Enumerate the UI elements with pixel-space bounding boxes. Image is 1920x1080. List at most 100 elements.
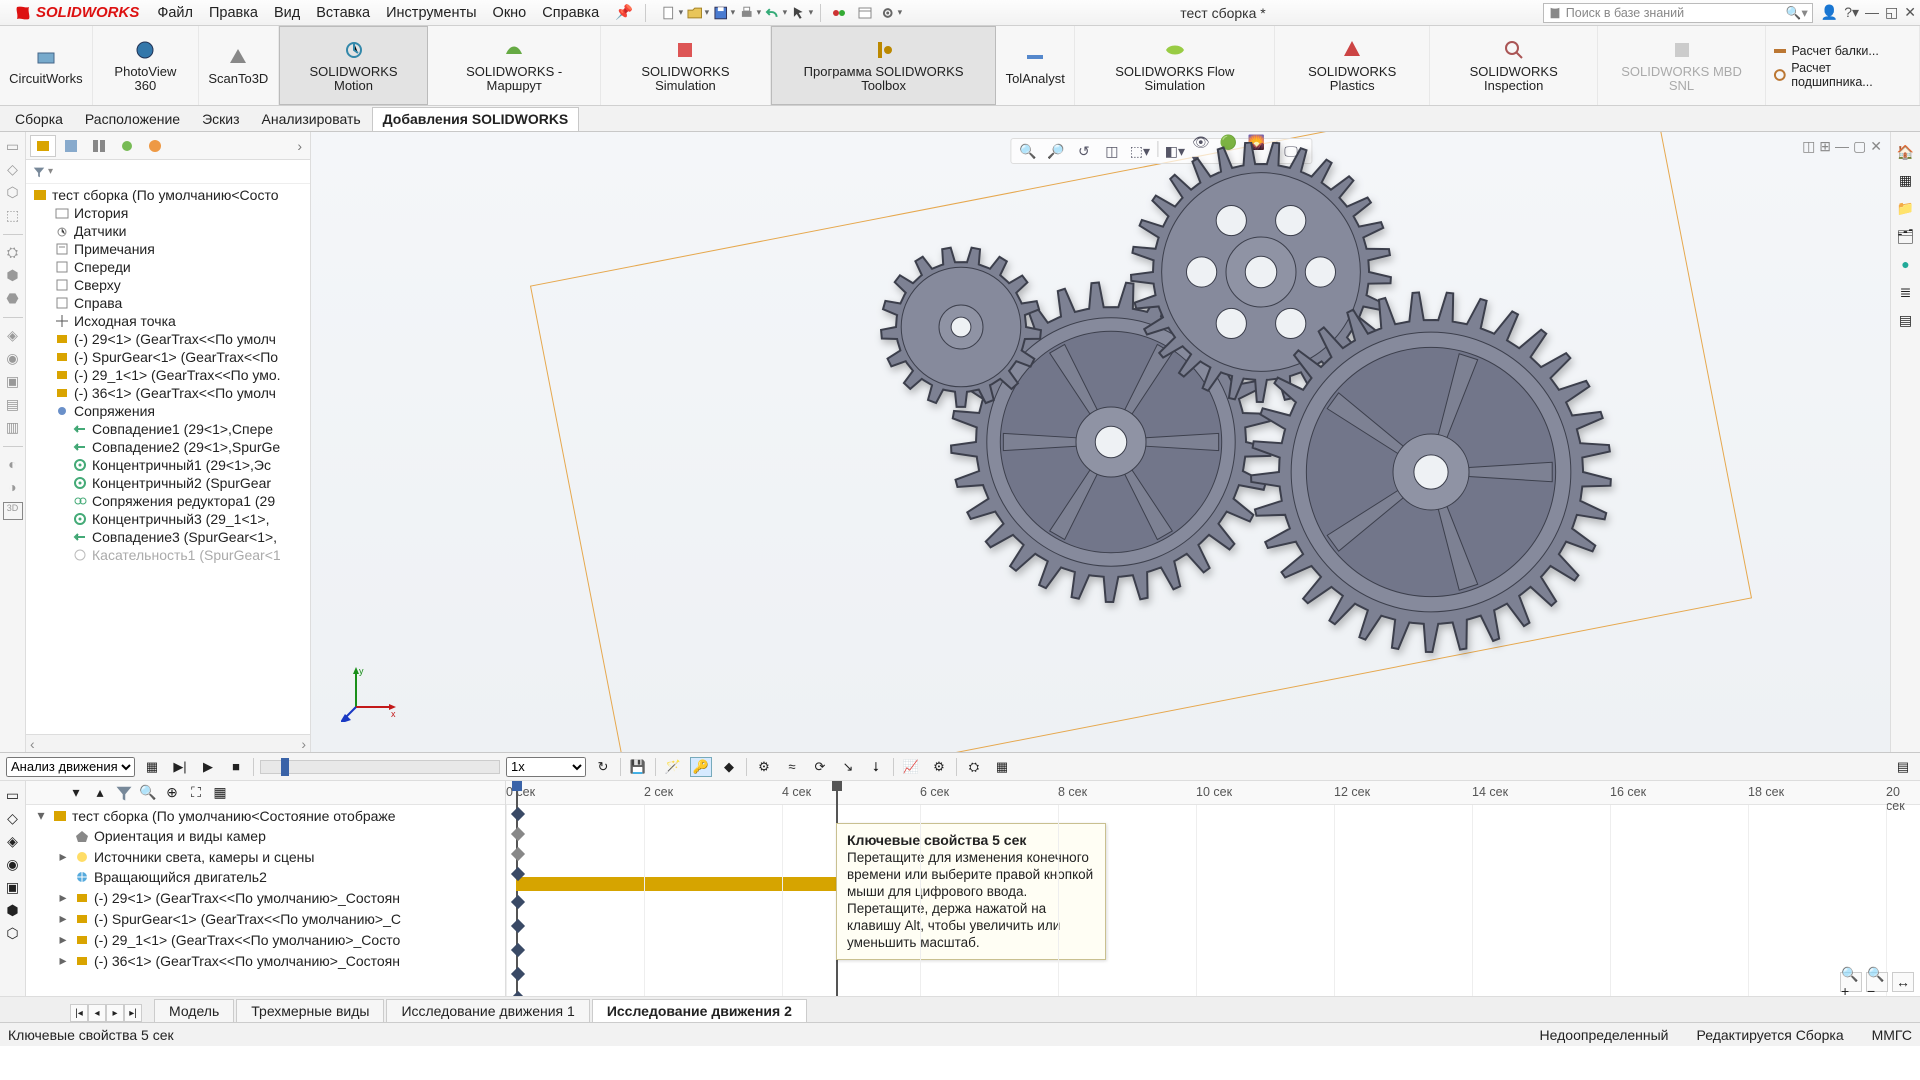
ribbon-routing[interactable]: SOLIDWORKS - Маршрут (428, 26, 601, 105)
motion-part[interactable]: (-) SpurGear<1> (GearTrax<<По умолчанию>… (94, 911, 401, 927)
tree-mate-suppressed[interactable]: Касательность1 (SpurGear<1 (92, 547, 281, 563)
menu-window[interactable]: Окно (485, 3, 535, 23)
tree-mates[interactable]: Сопряжения (74, 403, 155, 419)
tree-tab-feature[interactable] (30, 135, 56, 157)
stop-button[interactable]: ■ (225, 757, 247, 777)
tab-layout[interactable]: Расположение (74, 107, 191, 131)
menu-file[interactable]: Файл (149, 3, 201, 23)
tree-mate[interactable]: Сопряжения редуктора1 (29 (92, 493, 275, 509)
tool-icon[interactable]: ◉ (4, 350, 22, 368)
expand-toggle[interactable]: ▸ (56, 910, 70, 927)
tree-filter[interactable]: ▾ (26, 160, 310, 184)
select-button[interactable] (790, 3, 814, 23)
tool-icon[interactable]: ◉ (6, 856, 18, 873)
playback-speed-select[interactable]: 1x (506, 757, 586, 777)
next-sheet-button[interactable]: ▸ (106, 1004, 124, 1022)
status-units[interactable]: ММГС (1872, 1027, 1912, 1043)
tree-tab-display[interactable] (142, 135, 168, 157)
tree-top-plane[interactable]: Сверху (74, 277, 121, 293)
ribbon-beam-calc[interactable]: Расчет балки... (1772, 42, 1913, 60)
tree-part[interactable]: (-) 36<1> (GearTrax<<По умолч (74, 385, 276, 401)
settings-button[interactable] (879, 3, 903, 23)
gravity-button[interactable]: ⭣ (865, 757, 887, 777)
custom-props-icon[interactable]: ≣ (1896, 282, 1916, 302)
undo-button[interactable] (764, 3, 788, 23)
tree-mate[interactable]: Совпадение3 (SpurGear<1>, (92, 529, 277, 545)
motion-root[interactable]: тест сборка (По умолчанию<Состояние отоб… (72, 808, 396, 824)
calculate-button[interactable]: ▦ (141, 757, 163, 777)
view-palette-icon[interactable]: 🗂 (1896, 226, 1916, 246)
tab-addins[interactable]: Добавления SOLIDWORKS (372, 107, 580, 131)
tool-icon[interactable]: ◇ (7, 810, 18, 827)
tab-model[interactable]: Модель (154, 999, 234, 1022)
tool-icon[interactable]: ⬢ (6, 902, 18, 919)
tree-mate[interactable]: Концентричный2 (SpurGear (92, 475, 271, 491)
menu-help[interactable]: Справка (534, 3, 607, 23)
menu-edit[interactable]: Правка (201, 3, 266, 23)
tree-sensors[interactable]: Датчики (74, 223, 126, 239)
tree-history[interactable]: История (74, 205, 128, 221)
tree-origin[interactable]: Исходная точка (74, 313, 176, 329)
tool-icon[interactable]: ⬣ (4, 290, 22, 308)
tool-icon[interactable]: ⬚ (4, 207, 22, 225)
filter-icon[interactable]: 🔍 (138, 784, 158, 802)
force-button[interactable]: ↘ (837, 757, 859, 777)
expand-toggle[interactable]: ▸ (56, 952, 70, 969)
tab-assembly[interactable]: Сборка (4, 107, 74, 131)
ribbon-flow[interactable]: SOLIDWORKS Flow Simulation (1075, 26, 1275, 105)
ribbon-photoview[interactable]: PhotoView 360 (93, 26, 199, 105)
menu-pin-icon[interactable]: 📌 (607, 2, 641, 23)
file-explorer-icon[interactable]: 📁 (1896, 198, 1916, 218)
timeline-body[interactable]: Ключевые свойства 5 сек Перетащите для и… (506, 805, 1920, 996)
tree-part[interactable]: (-) 29_1<1> (GearTrax<<По умо. (74, 367, 281, 383)
feature-tree[interactable]: тест сборка (По умолчанию<Состо История … (26, 184, 310, 752)
prev-sheet-button[interactable]: ◂ (88, 1004, 106, 1022)
tree-front-plane[interactable]: Спереди (74, 259, 131, 275)
tree-part[interactable]: (-) SpurGear<1> (GearTrax<<По (74, 349, 278, 365)
motor-timeline-bar[interactable] (516, 877, 836, 891)
study-props-button[interactable]: ⚙ (928, 757, 950, 777)
ribbon-simulation[interactable]: SOLIDWORKS Simulation (601, 26, 771, 105)
print-button[interactable] (738, 3, 762, 23)
expand-toggle[interactable]: ▸ (56, 931, 70, 948)
tool-icon[interactable]: ◐ (4, 456, 22, 474)
tree-mate[interactable]: Концентричный1 (29<1>,Эс (92, 457, 271, 473)
tree-root[interactable]: тест сборка (По умолчанию<Состо (52, 187, 279, 203)
tab-analyze[interactable]: Анализировать (251, 107, 372, 131)
filter-icon[interactable]: ⛶ (186, 784, 206, 802)
design-library-icon[interactable]: ▦ (1896, 170, 1916, 190)
tree-scrollbar[interactable]: ‹› (26, 734, 310, 752)
motor-button[interactable]: ⚙ (753, 757, 775, 777)
collapse-button[interactable]: ▤ (1892, 757, 1914, 777)
tool-icon[interactable]: ◈ (7, 833, 18, 850)
sim-settings-button[interactable]: ⛭ (963, 757, 985, 777)
first-sheet-button[interactable]: |◂ (70, 1004, 88, 1022)
tab-study1[interactable]: Исследование движения 1 (386, 999, 589, 1022)
tree-tab-dimxpert[interactable] (114, 135, 140, 157)
tab-study2[interactable]: Исследование движения 2 (592, 999, 807, 1022)
filter-icon[interactable] (114, 784, 134, 802)
ribbon-bearing-calc[interactable]: Расчет подшипника... (1772, 60, 1913, 90)
options-button[interactable] (853, 3, 877, 23)
save-animation-button[interactable]: 💾 (627, 757, 649, 777)
tree-mate[interactable]: Концентричный3 (29_1<1>, (92, 511, 270, 527)
forum-icon[interactable]: ▤ (1896, 310, 1916, 330)
motion-motor[interactable]: Вращающийся двигатель2 (94, 869, 267, 885)
tool-icon[interactable]: ⬡ (4, 184, 22, 202)
tool-icon[interactable]: ◇ (4, 161, 22, 179)
tab-3dviews[interactable]: Трехмерные виды (236, 999, 384, 1022)
motion-camera[interactable]: Ориентация и виды камер (94, 828, 266, 844)
tool-icon[interactable]: ▭ (4, 138, 22, 156)
tool-icon[interactable]: ⛭ (4, 244, 22, 262)
animation-wizard-button[interactable]: 🪄 (662, 757, 684, 777)
loop-button[interactable]: ↻ (592, 757, 614, 777)
study-type-select[interactable]: Анализ движения (6, 757, 135, 777)
add-key-button[interactable]: ◆ (718, 757, 740, 777)
expand-toggle[interactable]: ▸ (56, 889, 70, 906)
tool-icon[interactable]: ◈ (4, 327, 22, 345)
search-input[interactable]: Поиск в базе знаний 🔍▾ (1543, 3, 1813, 23)
tree-tab-property[interactable] (58, 135, 84, 157)
close-button[interactable]: ✕ (1904, 4, 1916, 21)
viewport[interactable]: 🔍 🔎 ↺ ◫ ⬚▾ ◧▾ 👁▾ 🟢▾ 🌄▾ 🖵▾ ◫ ⊞ — ▢ ✕ (311, 132, 1890, 752)
tree-tab-config[interactable] (86, 135, 112, 157)
